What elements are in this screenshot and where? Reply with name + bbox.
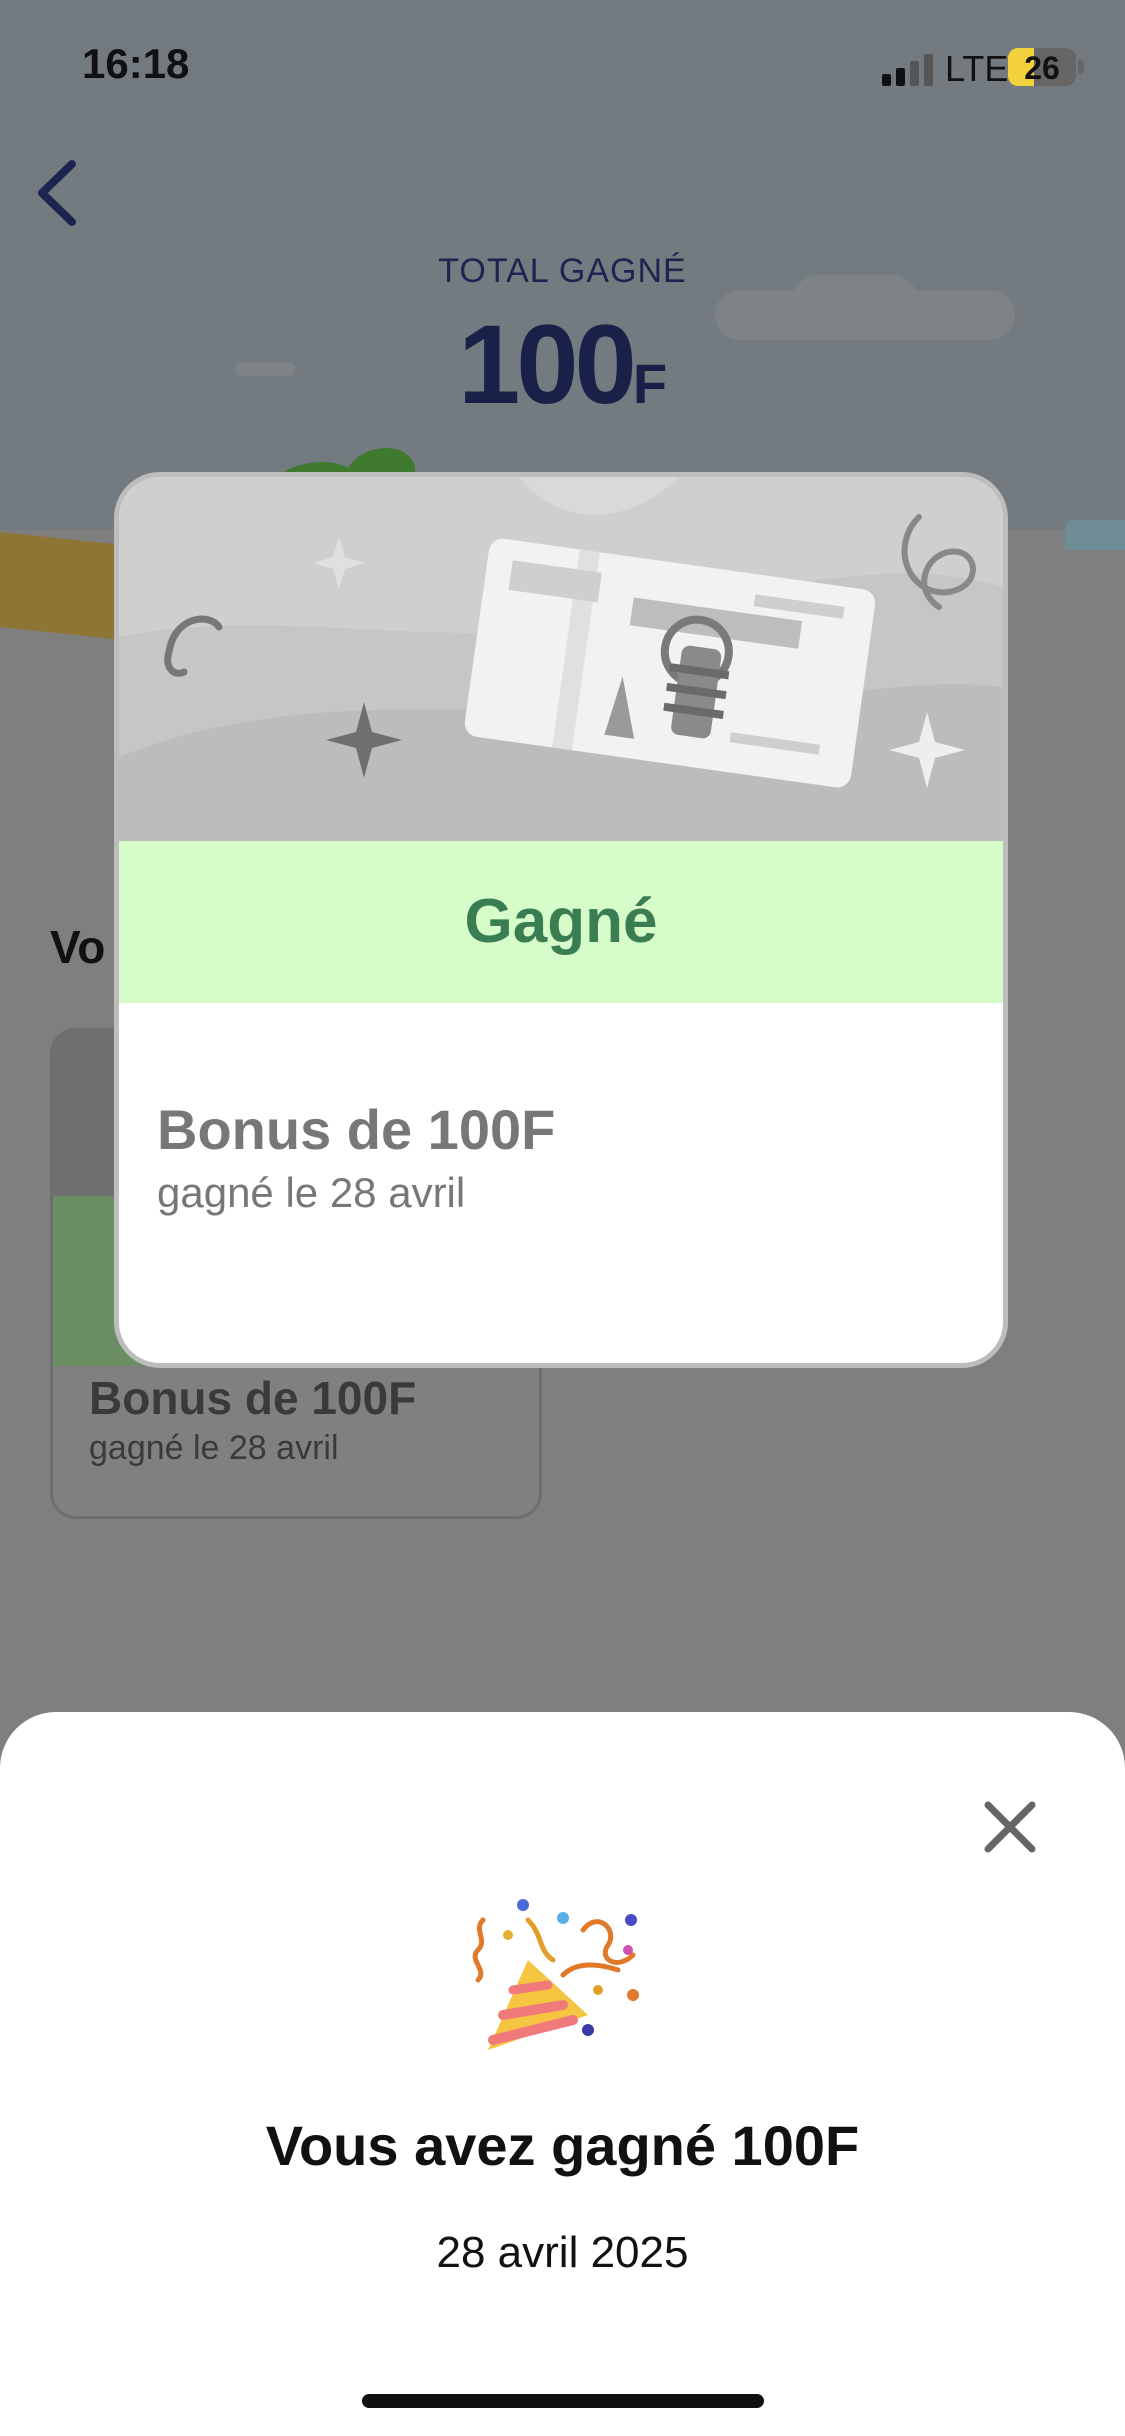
status-label: Gagné <box>464 887 658 956</box>
status-time: 16:18 <box>82 40 190 87</box>
card-title: Bonus de 100F <box>89 1372 417 1424</box>
bottom-sheet <box>0 1712 1125 2436</box>
reward-title: Bonus de 100F <box>157 1098 556 1161</box>
battery-icon: 26 <box>1008 48 1076 86</box>
network-type: LTE <box>945 48 1009 89</box>
close-button[interactable] <box>980 1797 1040 1857</box>
banknote-illustration <box>119 477 1003 841</box>
total-amount: 100F <box>0 300 1125 429</box>
back-button[interactable] <box>30 158 90 228</box>
total-amount-number: 100 <box>457 302 637 427</box>
home-indicator[interactable] <box>362 2394 764 2408</box>
section-title: Vo <box>50 921 106 973</box>
total-label: TOTAL GAGNÉ <box>438 252 687 290</box>
sea-decoration <box>1065 520 1125 550</box>
close-icon <box>984 1801 1036 1853</box>
sheet-date: 28 avril 2025 <box>436 2228 689 2277</box>
battery-level: 26 <box>1024 50 1060 86</box>
reward-card-popup: Gagné Bonus de 100F gagné le 28 avril <box>114 472 1008 1368</box>
chevron-left-icon <box>38 160 76 226</box>
sheet-title: Vous avez gagné 100F <box>265 2114 860 2177</box>
status-banner: Gagné <box>119 841 1003 1003</box>
banknote-icon <box>119 477 1003 841</box>
reward-subtitle: gagné le 28 avril <box>157 1169 466 1216</box>
battery-tip <box>1078 60 1084 74</box>
card-subtitle: gagné le 28 avril <box>89 1429 339 1467</box>
signal-bars-icon <box>882 52 937 86</box>
party-popper-icon <box>468 1890 658 2060</box>
total-currency: F <box>632 352 668 415</box>
